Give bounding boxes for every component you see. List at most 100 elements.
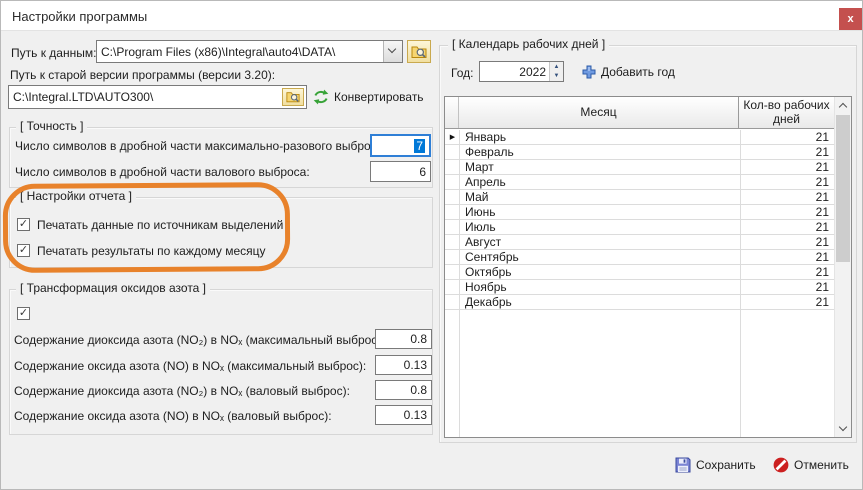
no2-gross-value: 0.8 — [410, 383, 427, 397]
row-indicator-cell — [445, 190, 460, 205]
table-row[interactable]: Сентябрь 21 — [445, 250, 834, 265]
row-indicator-cell — [445, 295, 460, 310]
report-group-label: [ Настройки отчета ] — [16, 189, 136, 203]
row-indicator-cell — [445, 265, 460, 280]
row-indicator-cell — [445, 250, 460, 265]
old-version-input[interactable]: C:\Integral.LTD\AUTO300\ — [8, 85, 307, 109]
row-indicator-cell — [445, 205, 460, 220]
table-header-row: Месяц Кол-во рабочих дней — [445, 97, 834, 129]
table-row[interactable]: Апрель 21 — [445, 175, 834, 190]
days-column-header: Кол-во рабочих дней — [739, 97, 834, 128]
days-cell: 21 — [740, 220, 834, 234]
scroll-down-button[interactable] — [835, 420, 851, 437]
days-cell: 21 — [740, 235, 834, 249]
close-button[interactable]: x — [839, 8, 862, 30]
table-row[interactable]: Август 21 — [445, 235, 834, 250]
precision-field-label: Число символов в дробной части валового … — [15, 165, 310, 179]
no-gross-value: 0.13 — [404, 408, 427, 422]
working-days-table: Месяц Кол-во рабочих дней ▶ Январь 21 Фе… — [444, 96, 852, 438]
split-nox-checkbox[interactable]: ✓ — [17, 307, 30, 320]
chevron-down-icon — [839, 423, 847, 431]
no2-max-value: 0.8 — [410, 332, 427, 346]
check-icon: ✓ — [19, 245, 28, 256]
table-row[interactable]: Июль 21 — [445, 220, 834, 235]
calendar-group-label: [ Календарь рабочих дней ] — [448, 37, 609, 51]
year-spinner[interactable]: 2022 ▲ ▼ — [479, 61, 564, 82]
max-single-precision-value: 7 — [414, 139, 425, 153]
month-cell: Февраль — [460, 145, 740, 159]
data-path-dropdown-button[interactable] — [383, 41, 402, 62]
nox-group-label: [ Трансформация оксидов азота ] — [16, 281, 210, 295]
scrollbar-thumb[interactable] — [836, 115, 850, 262]
no-max-input[interactable]: 0.13 — [375, 355, 432, 375]
month-cell: Май — [460, 190, 740, 204]
year-label: Год: — [451, 66, 473, 80]
spin-down-button[interactable]: ▼ — [550, 72, 563, 82]
cancel-button[interactable]: Отменить — [773, 454, 849, 476]
month-cell: Август — [460, 235, 740, 249]
chevron-down-icon — [388, 45, 396, 53]
table-row[interactable]: Декабрь 21 — [445, 295, 834, 310]
table-row[interactable]: Октябрь 21 — [445, 265, 834, 280]
table-body: ▶ Январь 21 Февраль 21 Март 21 Апрель — [445, 130, 834, 310]
month-cell: Ноябрь — [460, 280, 740, 294]
table-row[interactable]: Март 21 — [445, 160, 834, 175]
month-cell: Июль — [460, 220, 740, 234]
print-sources-checkbox[interactable]: ✓ — [17, 218, 30, 231]
days-cell: 21 — [740, 145, 834, 159]
row-indicator-cell — [445, 160, 460, 175]
convert-button[interactable]: Конвертировать — [313, 86, 424, 108]
current-row-pointer-icon: ▶ — [445, 130, 460, 145]
dialog-title: Настройки программы — [12, 9, 147, 24]
spin-up-button[interactable]: ▲ — [550, 62, 563, 72]
scroll-up-button[interactable] — [835, 97, 851, 114]
row-indicator-cell — [445, 220, 460, 235]
row-indicator-cell — [445, 235, 460, 250]
folder-search-icon — [286, 90, 300, 104]
nox-field-label: Содержание оксида азота (NO) в NOₓ (макс… — [14, 359, 366, 373]
days-cell: 21 — [740, 190, 834, 204]
days-cell: 21 — [740, 265, 834, 279]
days-cell: 21 — [740, 175, 834, 189]
precision-field-label: Число символов в дробной части максималь… — [15, 139, 387, 153]
max-single-precision-input[interactable]: 7 — [370, 134, 431, 157]
gross-precision-value: 6 — [419, 165, 426, 179]
add-year-label: Добавить год — [601, 65, 675, 79]
cancel-icon — [773, 457, 789, 473]
table-row[interactable]: Май 21 — [445, 190, 834, 205]
table-row[interactable]: ▶ Январь 21 — [445, 130, 834, 145]
row-indicator-cell — [445, 145, 460, 160]
table-row[interactable]: Февраль 21 — [445, 145, 834, 160]
print-monthly-checkbox[interactable]: ✓ — [17, 244, 30, 257]
year-value: 2022 — [480, 62, 549, 81]
print-monthly-label: Печатать результаты по каждому месяцу — [37, 244, 266, 258]
close-icon: x — [847, 13, 853, 25]
data-path-value: C:\Program Files (x86)\Integral\auto4\DA… — [97, 45, 383, 59]
table-scrollbar[interactable] — [834, 97, 851, 437]
spin-down-icon: ▼ — [554, 73, 560, 79]
settings-dialog: Настройки программы x Путь к данным: C:\… — [0, 0, 863, 490]
data-path-browse-button[interactable] — [407, 40, 431, 63]
save-floppy-icon — [675, 457, 691, 473]
month-cell: Апрель — [460, 175, 740, 189]
no-gross-input[interactable]: 0.13 — [375, 405, 432, 425]
data-path-label: Путь к данным: — [11, 46, 96, 60]
add-year-button[interactable]: Добавить год — [582, 61, 675, 83]
indicator-column-header — [445, 97, 459, 128]
days-cell: 21 — [740, 205, 834, 219]
table-row[interactable]: Ноябрь 21 — [445, 280, 834, 295]
month-cell: Март — [460, 160, 740, 174]
plus-icon — [582, 65, 596, 79]
save-button[interactable]: Сохранить — [675, 454, 756, 476]
check-icon: ✓ — [19, 308, 28, 319]
old-version-browse-button[interactable] — [282, 88, 304, 106]
gross-precision-input[interactable]: 6 — [370, 161, 431, 182]
folder-search-icon — [411, 44, 427, 60]
no2-gross-input[interactable]: 0.8 — [375, 380, 432, 400]
old-version-label: Путь к старой версии программы (версии 3… — [10, 68, 275, 82]
no2-max-input[interactable]: 0.8 — [375, 329, 432, 349]
data-path-combobox[interactable]: C:\Program Files (x86)\Integral\auto4\DA… — [96, 40, 403, 63]
month-cell: Октябрь — [460, 265, 740, 279]
table-row[interactable]: Июнь 21 — [445, 205, 834, 220]
row-indicator-cell — [445, 175, 460, 190]
